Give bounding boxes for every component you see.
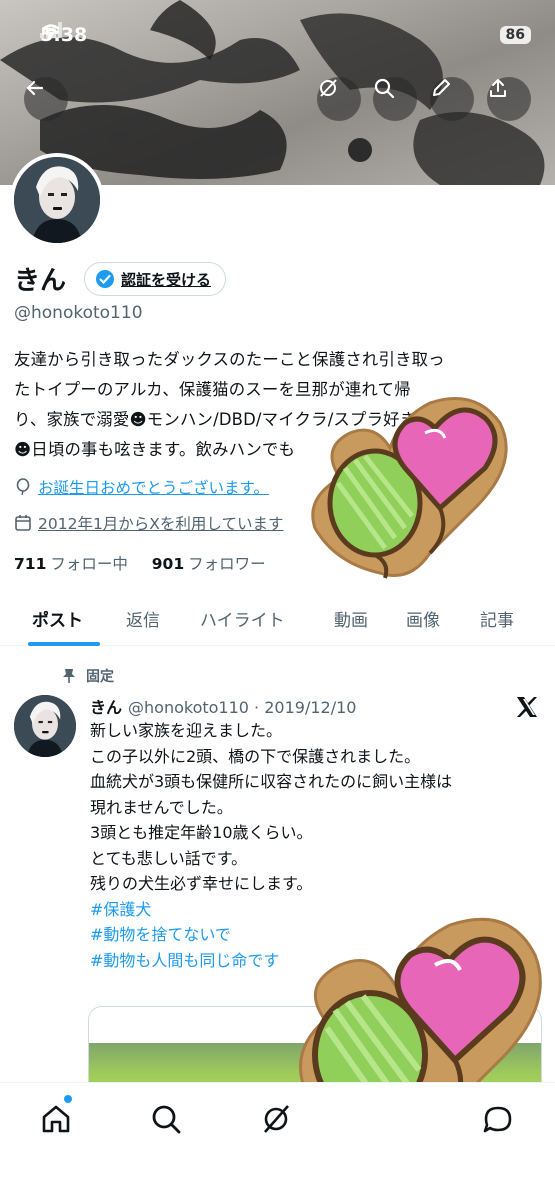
birthday-link[interactable]: お誕生日おめでとうございます。 bbox=[38, 476, 269, 498]
grok-nav-icon[interactable] bbox=[258, 1101, 294, 1137]
profile-banner[interactable]: 5:38 86 bbox=[0, 0, 555, 185]
balloon-icon bbox=[16, 478, 30, 496]
tweet-line: 新しい家族を迎えました。 bbox=[90, 721, 283, 740]
avatar-image bbox=[14, 695, 76, 757]
profile-handle: @honokoto110 bbox=[14, 303, 143, 323]
tab-videos[interactable]: 動画 bbox=[334, 606, 368, 631]
messages-icon[interactable] bbox=[480, 1101, 516, 1137]
avatar-image bbox=[14, 157, 100, 243]
tweet-line: この子以外に2頭、橋の下で保護されました。 bbox=[90, 746, 421, 766]
home-icon[interactable] bbox=[38, 1101, 74, 1137]
share-button[interactable] bbox=[487, 77, 531, 121]
pinned-indicator: 固定 bbox=[62, 666, 114, 686]
following-count: 711 bbox=[14, 555, 47, 573]
grok-button[interactable] bbox=[317, 77, 361, 121]
tweet-author-name[interactable]: きん bbox=[90, 698, 122, 717]
search-icon bbox=[374, 78, 395, 99]
tweet-line: 3頭とも推定年齢10歳くらい。 bbox=[90, 823, 313, 842]
tweet-line: とても悲しい話です。 bbox=[90, 848, 248, 868]
followers-link[interactable]: 901 フォロワー bbox=[152, 555, 266, 573]
tweet-header: きん @honokoto110 · 2019/12/10 bbox=[90, 694, 356, 718]
following-label: フォロー中 bbox=[50, 555, 128, 573]
pinned-label: 固定 bbox=[86, 669, 114, 685]
following-link[interactable]: 711 フォロー中 bbox=[14, 555, 128, 573]
balloon-sticker-top bbox=[311, 397, 508, 579]
get-verified-button[interactable]: 認証を受ける bbox=[84, 262, 227, 296]
pin-icon bbox=[63, 669, 75, 683]
battery-indicator: 86 bbox=[499, 26, 531, 44]
calendar-icon bbox=[15, 515, 31, 531]
tab-replies[interactable]: 返信 bbox=[126, 606, 160, 631]
birthday-row: お誕生日おめでとうございます。 bbox=[14, 476, 269, 498]
tab-highlights[interactable]: ハイライト bbox=[200, 606, 285, 631]
tweet-line: 現れませんでした。 bbox=[90, 797, 233, 817]
grok-icon bbox=[320, 79, 337, 97]
tweet-author-avatar[interactable] bbox=[14, 695, 76, 757]
pencil-icon bbox=[433, 79, 450, 96]
bio-line: 友達から引き取ったダックスのたーこと保護され引き取っ bbox=[14, 350, 445, 369]
back-button[interactable] bbox=[24, 77, 68, 121]
followers-count: 901 bbox=[151, 555, 185, 573]
notification-dot bbox=[64, 1095, 72, 1103]
profile-name: きん bbox=[14, 266, 67, 296]
status-bar: 5:38 86 bbox=[40, 22, 531, 48]
bottom-navigation bbox=[0, 1082, 555, 1200]
follow-stats: 711 フォロー中 901 フォロワー bbox=[14, 552, 266, 574]
tweet-line: 血統犬が3頭も保健所に収容されたのに飼い主様は bbox=[90, 772, 453, 791]
followers-label: フォロワー bbox=[188, 555, 266, 573]
back-arrow-icon bbox=[26, 80, 44, 96]
edit-button[interactable] bbox=[430, 77, 474, 121]
joined-date: 2012年1月からXを利用しています bbox=[38, 515, 284, 533]
joined-row: 2012年1月からXを利用しています bbox=[14, 512, 283, 534]
x-logo-icon bbox=[517, 697, 537, 717]
share-icon bbox=[490, 79, 506, 97]
active-tab-indicator bbox=[28, 642, 100, 646]
tweet-handle-date: @honokoto110 · 2019/12/10 bbox=[128, 698, 357, 717]
tweet-line: 残りの犬生必ず幸せにします。 bbox=[90, 874, 313, 893]
verified-badge-icon bbox=[96, 270, 114, 288]
tab-posts[interactable]: ポスト bbox=[32, 606, 83, 631]
get-verified-label: 認証を受ける bbox=[121, 270, 212, 289]
tab-photos[interactable]: 画像 bbox=[406, 606, 440, 631]
profile-avatar[interactable] bbox=[10, 153, 104, 247]
explore-search-icon[interactable] bbox=[148, 1101, 184, 1137]
profile-tabs: ポスト 返信 ハイライト 動画 画像 記事 bbox=[0, 592, 555, 646]
search-button[interactable] bbox=[373, 77, 417, 121]
tab-articles[interactable]: 記事 bbox=[480, 606, 514, 631]
